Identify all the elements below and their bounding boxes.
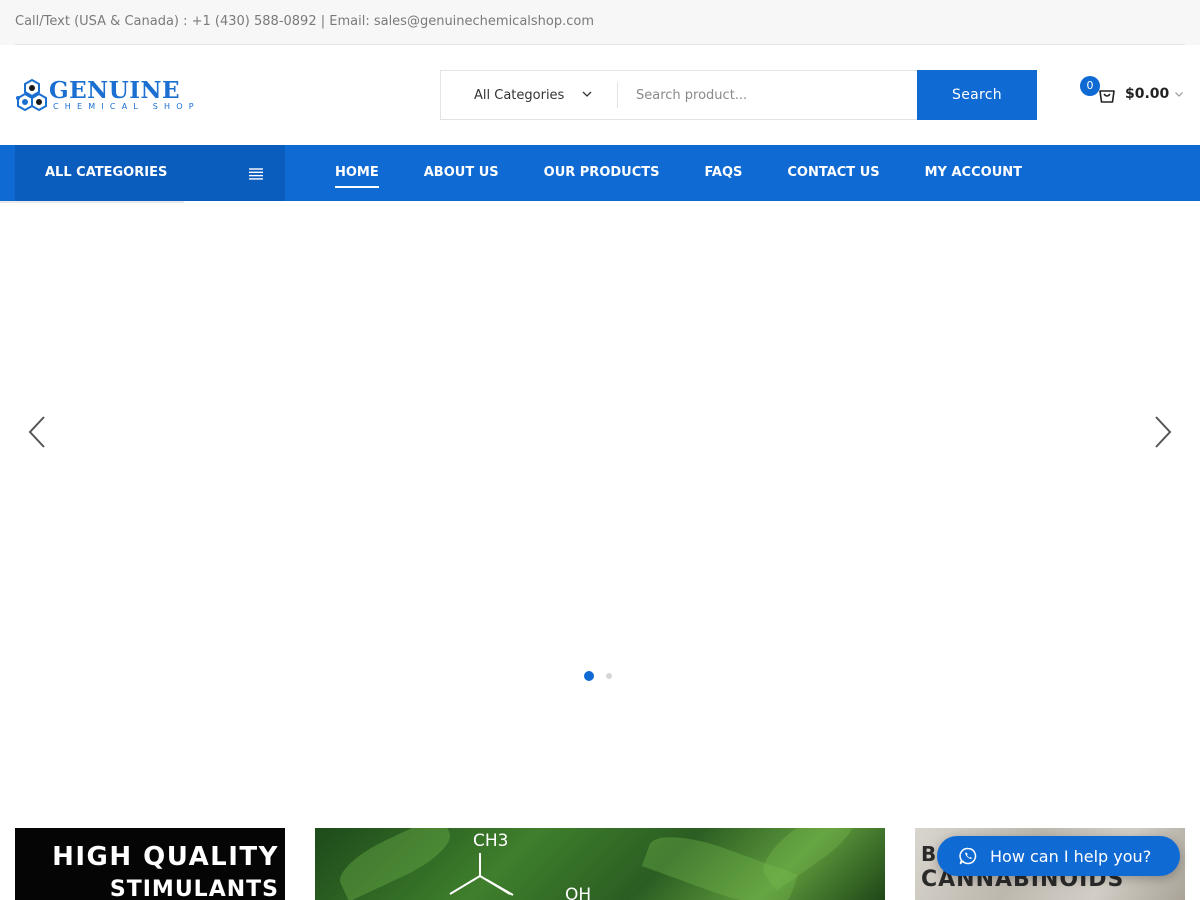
slider-prev-arrow[interactable]: [26, 415, 48, 449]
banner-cannabis[interactable]: CH3 OH: [315, 828, 885, 900]
nav-item-about-us[interactable]: ABOUT US: [424, 145, 499, 201]
nav-menu: HOME ABOUT US OUR PRODUCTS FAQS CONTACT …: [335, 145, 1067, 201]
nav-item-faqs[interactable]: FAQS: [705, 145, 743, 201]
slider-next-arrow[interactable]: [1152, 415, 1174, 449]
top-bar: Call/Text (USA & Canada) : +1 (430) 588-…: [0, 0, 1200, 45]
whatsapp-icon: [959, 847, 977, 865]
main-navigation: ALL CATEGORIES HOME ABOUT US OUR PRODUCT…: [0, 145, 1200, 201]
chat-label: How can I help you?: [990, 847, 1152, 866]
logo-brand-text: GENUINE: [49, 77, 181, 104]
category-select-value: All Categories: [474, 88, 565, 103]
shopping-bag-icon: [1099, 90, 1115, 103]
cart-total: $0.00: [1125, 86, 1170, 102]
site-logo[interactable]: GENUINE CHEMICAL SHOP: [15, 77, 194, 113]
menu-icon: [249, 168, 263, 180]
banner-stimulants-line1: HIGH QUALITY: [52, 842, 279, 872]
search-input[interactable]: [618, 71, 917, 119]
search-button[interactable]: Search: [917, 70, 1037, 120]
contact-info: Call/Text (USA & Canada) : +1 (430) 588-…: [15, 14, 595, 29]
all-categories-toggle[interactable]: ALL CATEGORIES: [15, 145, 285, 201]
nav-item-home[interactable]: HOME: [335, 145, 379, 201]
hero-slider: [0, 203, 1200, 813]
nav-item-contact-us[interactable]: CONTACT US: [787, 145, 879, 201]
category-select[interactable]: All Categories: [441, 71, 617, 119]
product-search-form: All Categories Search: [440, 70, 1037, 120]
molecule-ch3-label: CH3: [473, 831, 509, 851]
mini-cart[interactable]: 0 $0.00: [1078, 75, 1188, 115]
molecule-logo-icon: [16, 78, 47, 112]
cart-count-badge: 0: [1080, 76, 1100, 96]
all-categories-label: ALL CATEGORIES: [45, 165, 168, 180]
banner-cannabinoids-line1: B: [921, 842, 938, 866]
nav-item-my-account[interactable]: MY ACCOUNT: [925, 145, 1022, 201]
whatsapp-chat-button[interactable]: How can I help you?: [937, 836, 1180, 876]
slider-dot-2[interactable]: [606, 673, 612, 679]
nav-item-our-products[interactable]: OUR PRODUCTS: [544, 145, 660, 201]
logo-sub-text: CHEMICAL SHOP: [53, 102, 200, 111]
site-header: GENUINE CHEMICAL SHOP All Categories Sea…: [0, 45, 1200, 145]
chevron-down-icon: [582, 91, 592, 97]
slider-dot-1[interactable]: [584, 671, 594, 681]
molecule-oh-label: OH: [565, 885, 592, 900]
chevron-down-icon: [1175, 92, 1183, 97]
molecule-diagram: [449, 853, 514, 896]
banner-stimulants-line2: STIMULANTS: [109, 877, 279, 900]
banner-stimulants[interactable]: HIGH QUALITY STIMULANTS: [15, 828, 285, 900]
